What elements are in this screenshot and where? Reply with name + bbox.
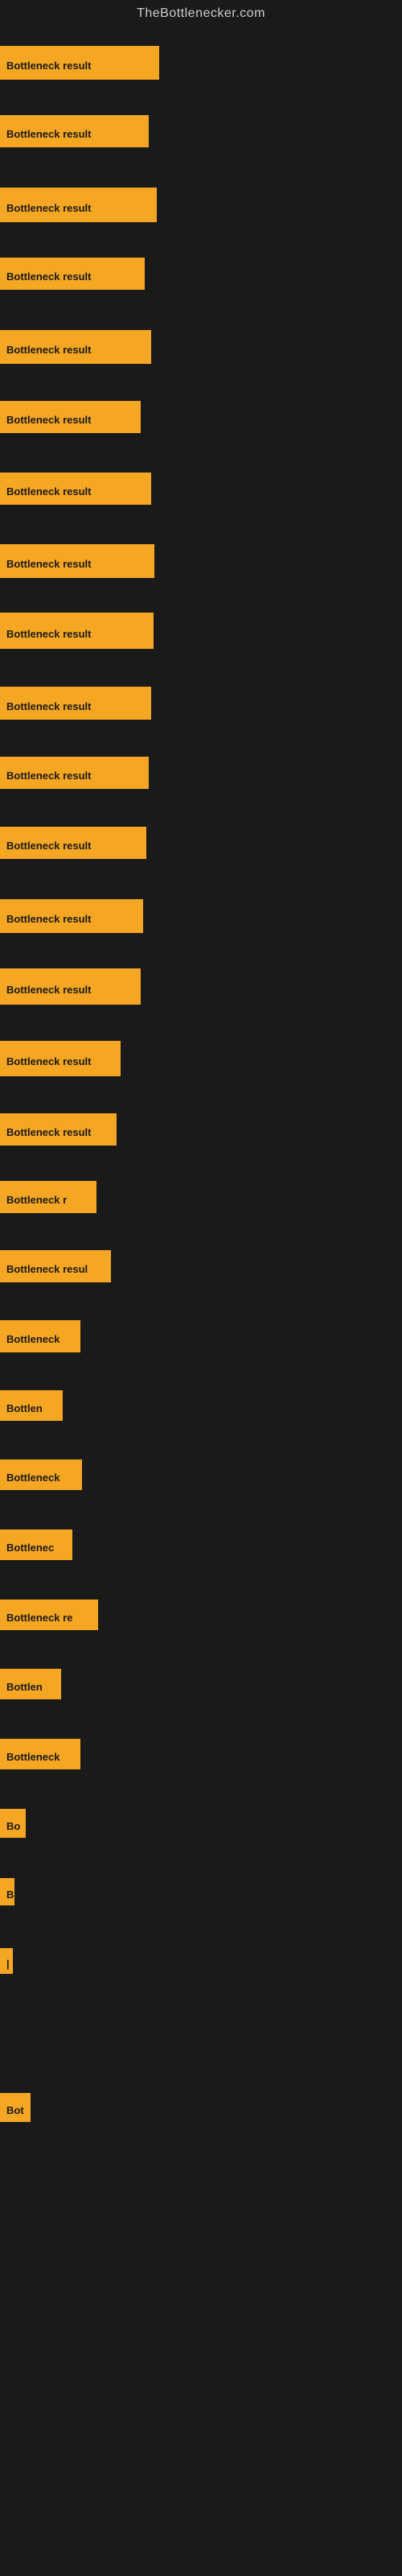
bottleneck-item-24[interactable]: Bottleneck [0,1739,80,1769]
bottleneck-item-0[interactable]: Bottleneck result [0,46,159,80]
bottleneck-item-25[interactable]: Bo [0,1809,26,1838]
bottleneck-item-14[interactable]: Bottleneck result [0,1041,121,1076]
bottleneck-item-7[interactable]: Bottleneck result [0,544,154,578]
bottleneck-item-12[interactable]: Bottleneck result [0,899,143,933]
bottleneck-item-27[interactable]: | [0,1948,13,1974]
bottleneck-item-20[interactable]: Bottleneck [0,1459,82,1490]
bottleneck-item-5[interactable]: Bottleneck result [0,401,141,433]
bottleneck-item-19[interactable]: Bottlen [0,1390,63,1421]
bottleneck-item-6[interactable]: Bottleneck result [0,473,151,505]
bottleneck-item-8[interactable]: Bottleneck result [0,613,154,649]
bottleneck-item-4[interactable]: Bottleneck result [0,330,151,364]
bottleneck-item-17[interactable]: Bottleneck resul [0,1250,111,1282]
bottleneck-item-15[interactable]: Bottleneck result [0,1113,117,1146]
bottleneck-item-11[interactable]: Bottleneck result [0,827,146,859]
bottleneck-item-18[interactable]: Bottleneck [0,1320,80,1352]
bottleneck-item-26[interactable]: B [0,1878,14,1905]
bottleneck-item-1[interactable]: Bottleneck result [0,115,149,147]
bottleneck-item-16[interactable]: Bottleneck r [0,1181,96,1213]
site-header: TheBottlenecker.com [0,0,402,31]
bottleneck-item-22[interactable]: Bottleneck re [0,1600,98,1630]
bottleneck-item-13[interactable]: Bottleneck result [0,968,141,1005]
bottleneck-item-23[interactable]: Bottlen [0,1669,61,1699]
bottleneck-item-28[interactable]: Bot [0,2093,31,2122]
site-title: TheBottlenecker.com [137,6,265,20]
bottleneck-item-21[interactable]: Bottlenec [0,1530,72,1560]
bottleneck-item-2[interactable]: Bottleneck result [0,188,157,222]
bottleneck-item-3[interactable]: Bottleneck result [0,258,145,290]
bottleneck-item-10[interactable]: Bottleneck result [0,757,149,789]
bottleneck-item-9[interactable]: Bottleneck result [0,687,151,720]
